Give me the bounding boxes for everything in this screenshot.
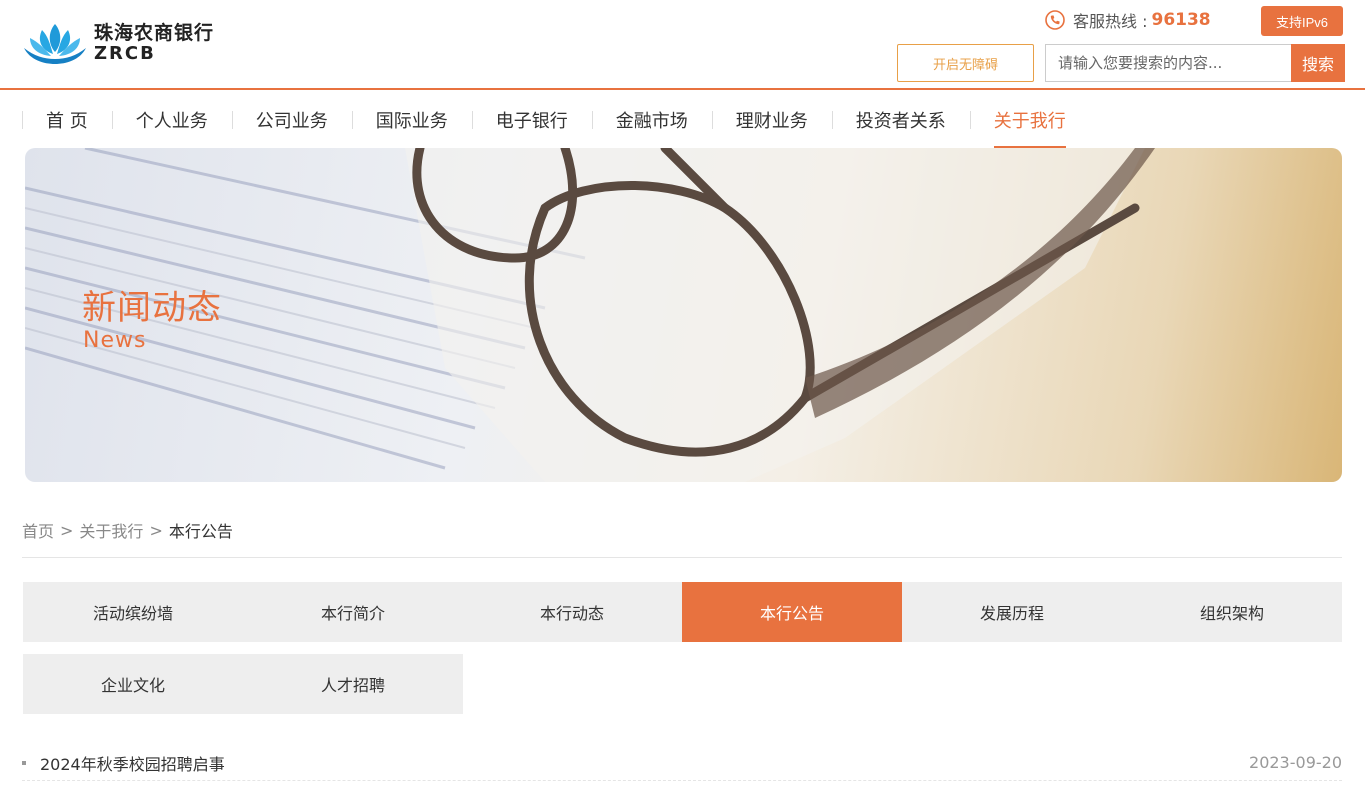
tab-culture[interactable]: 企业文化 <box>23 654 243 714</box>
breadcrumb-current: 本行公告 <box>168 522 233 541</box>
bank-logo[interactable]: 珠海农商银行 ZRCB <box>22 18 222 68</box>
bullet-icon <box>22 760 26 765</box>
tab-activity-wall[interactable]: 活动缤纷墙 <box>23 582 243 642</box>
site-header: 珠海农商银行 ZRCB 客服热线 : 96138 支持IPv6 开启无障碍 搜索 <box>0 0 1365 90</box>
search-button[interactable]: 搜索 <box>1291 44 1345 82</box>
list-item[interactable]: 2024年秋季校园招聘启事 2023-09-20 <box>22 745 1342 781</box>
section-divider <box>22 557 1342 558</box>
hotline-number: 96138 <box>1151 10 1211 30</box>
nav-item-about[interactable]: 关于我行 <box>969 92 1090 148</box>
banner-glasses-illustration <box>25 148 1155 482</box>
nav-item-international[interactable]: 国际业务 <box>351 92 472 148</box>
phone-icon <box>1045 10 1065 30</box>
tab-bank-notice[interactable]: 本行公告 <box>682 582 902 642</box>
tab-recruitment[interactable]: 人才招聘 <box>243 654 463 714</box>
hotline: 客服热线 : 96138 <box>1045 8 1211 32</box>
logo-cn-text: 珠海农商银行 <box>94 22 215 44</box>
logo-en-text: ZRCB <box>94 43 156 64</box>
banner-title: 新闻动态 <box>82 288 222 328</box>
nav-item-wealth[interactable]: 理财业务 <box>711 92 832 148</box>
nav-item-financial-market[interactable]: 金融市场 <box>591 92 712 148</box>
main-nav: 首 页 个人业务 公司业务 国际业务 电子银行 金融市场 理财业务 投资者关系 … <box>22 92 1090 148</box>
breadcrumb-separator: > <box>149 520 163 540</box>
lotus-logo-icon <box>24 24 86 64</box>
ipv6-button[interactable]: 支持IPv6 <box>1261 6 1343 36</box>
nav-item-personal[interactable]: 个人业务 <box>111 92 232 148</box>
nav-item-corporate[interactable]: 公司业务 <box>231 92 352 148</box>
hotline-label: 客服热线 : <box>1073 12 1148 31</box>
tab-bank-news[interactable]: 本行动态 <box>462 582 682 642</box>
notice-title[interactable]: 2024年秋季校园招聘启事 <box>40 751 225 775</box>
breadcrumb-separator: > <box>60 520 74 540</box>
nav-item-investor[interactable]: 投资者关系 <box>831 92 970 148</box>
breadcrumb-home[interactable]: 首页 <box>22 518 54 542</box>
breadcrumb: 首页 > 关于我行 > 本行公告 <box>22 518 233 542</box>
nav-item-ebank[interactable]: 电子银行 <box>471 92 592 148</box>
accessibility-button[interactable]: 开启无障碍 <box>897 44 1034 82</box>
breadcrumb-about[interactable]: 关于我行 <box>79 518 143 542</box>
tab-history[interactable]: 发展历程 <box>902 582 1122 642</box>
tab-bank-intro[interactable]: 本行简介 <box>243 582 463 642</box>
tab-organization[interactable]: 组织架构 <box>1122 582 1342 642</box>
nav-item-home[interactable]: 首 页 <box>22 92 112 148</box>
notice-date: 2023-09-20 <box>1249 753 1342 772</box>
banner-subtitle: News <box>83 328 147 353</box>
search-input[interactable] <box>1045 44 1291 82</box>
news-banner: 新闻动态 News <box>25 148 1342 482</box>
